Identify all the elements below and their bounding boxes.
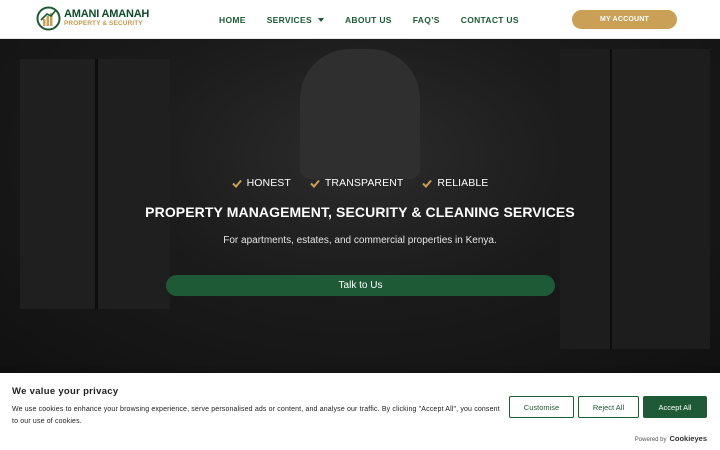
customise-button[interactable]: Customise (509, 396, 574, 418)
nav-contact-us[interactable]: CONTACT US (461, 15, 519, 25)
cookie-consent-banner: We value your privacy We use cookies to … (0, 373, 720, 450)
site-header: AMANI AMANAH PROPERTY & SECURITY HOME SE… (0, 0, 720, 39)
main-nav: HOME SERVICES ABOUT US FAQ’S CONTACT US (219, 0, 519, 39)
brand-tagline: PROPERTY & SECURITY (64, 20, 143, 28)
feature-honest: HONEST (231, 177, 291, 189)
feature-list: HONEST TRANSPARENT RELIABLE (0, 177, 720, 189)
hero-subtitle: For apartments, estates, and commercial … (223, 235, 497, 246)
talk-to-us-button[interactable]: Talk to Us (166, 275, 555, 296)
check-icon (231, 179, 242, 188)
nav-services[interactable]: SERVICES (267, 15, 324, 25)
cookieyes-logo[interactable]: Cookieyes (669, 434, 707, 443)
cookie-title: We value your privacy (12, 386, 119, 397)
nav-about-us[interactable]: ABOUT US (345, 15, 392, 25)
check-icon (422, 179, 433, 188)
caret-down-icon (317, 17, 324, 22)
my-account-button[interactable]: MY ACCOUNT (572, 10, 677, 29)
cookie-description: We use cookies to enhance your browsing … (12, 406, 500, 425)
powered-by: Powered by Cookieyes (634, 434, 707, 443)
bar-chart-growth-icon (36, 6, 61, 31)
feature-transparent: TRANSPARENT (310, 177, 404, 189)
feature-reliable: RELIABLE (422, 177, 488, 189)
accept-all-button[interactable]: Accept All (643, 396, 707, 418)
check-icon (310, 179, 320, 188)
brand-name: AMANI AMANAH (64, 8, 150, 21)
nav-home[interactable]: HOME (219, 15, 246, 25)
site-logo[interactable]: AMANI AMANAH PROPERTY & SECURITY (36, 6, 149, 31)
hero-section: HONEST TRANSPARENT RELIABLE PROPERTY MAN… (0, 39, 720, 373)
nav-faqs[interactable]: FAQ’S (413, 15, 440, 25)
reject-all-button[interactable]: Reject All (578, 396, 639, 418)
hero-title: PROPERTY MANAGEMENT, SECURITY & CLEANING… (145, 204, 575, 220)
